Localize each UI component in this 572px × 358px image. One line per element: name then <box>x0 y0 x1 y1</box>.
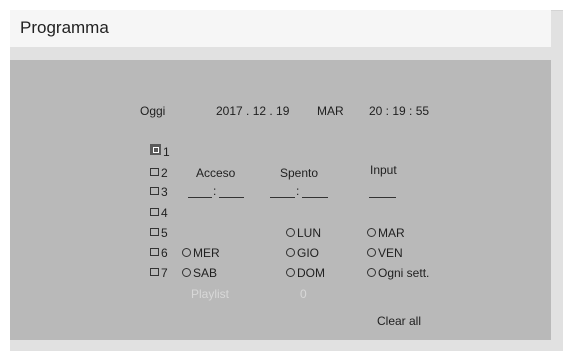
radio-icon <box>367 248 376 257</box>
clear-all-button[interactable]: Clear all <box>377 314 421 328</box>
radio-icon <box>182 268 191 277</box>
checkbox-icon <box>150 208 159 216</box>
playlist-value: 0 <box>300 287 307 301</box>
day-sab[interactable]: SAB <box>182 266 217 280</box>
schedule-slot-7[interactable]: 7 <box>150 266 168 280</box>
input-header: Input <box>370 163 397 177</box>
off-minute-underline <box>302 197 328 198</box>
checkbox-icon <box>150 248 159 256</box>
day-weekly[interactable]: Ogni sett. <box>367 266 429 280</box>
schedule-slot-4[interactable]: 4 <box>150 206 168 220</box>
off-time-header: Spento <box>280 166 319 180</box>
radio-icon <box>286 228 295 237</box>
checkbox-icon <box>150 144 161 155</box>
off-hour-underline <box>270 197 295 198</box>
radio-icon <box>182 248 191 257</box>
day-mar[interactable]: MAR <box>367 226 405 240</box>
window-title: Programma <box>20 18 109 37</box>
checkbox-icon <box>150 268 159 276</box>
schedule-slot-2[interactable]: 2 <box>150 166 168 180</box>
schedule-slot-5[interactable]: 5 <box>150 226 168 240</box>
schedule-slot-6[interactable]: 6 <box>150 246 168 260</box>
checkbox-icon <box>150 228 159 236</box>
checkbox-icon <box>150 187 159 195</box>
on-minute-underline <box>219 197 244 198</box>
day-dom[interactable]: DOM <box>286 266 325 280</box>
radio-icon <box>367 268 376 277</box>
radio-icon <box>286 268 295 277</box>
playlist-label: Playlist <box>191 287 230 301</box>
input-field[interactable] <box>369 197 396 198</box>
today-weekday: MAR <box>317 104 344 118</box>
day-ven[interactable]: VEN <box>367 246 403 260</box>
title-bar: Programma <box>10 10 551 47</box>
schedule-panel <box>10 60 551 340</box>
day-gio[interactable]: GIO <box>286 246 319 260</box>
on-hour-underline <box>188 197 212 198</box>
day-mer[interactable]: MER <box>182 246 220 260</box>
on-time-separator: : <box>213 184 217 198</box>
on-time-header: Acceso <box>196 166 236 180</box>
today-time: 20 : 19 : 55 <box>369 104 430 118</box>
today-label: Oggi <box>140 104 166 118</box>
today-date: 2017 . 12 . 19 <box>216 104 290 118</box>
schedule-slot-3[interactable]: 3 <box>150 185 168 199</box>
checkbox-icon <box>150 168 159 176</box>
schedule-slot-1[interactable]: 1 <box>150 144 170 159</box>
radio-icon <box>286 248 295 257</box>
off-time-separator: : <box>296 184 300 198</box>
radio-icon <box>367 228 376 237</box>
day-lun[interactable]: LUN <box>286 226 321 240</box>
